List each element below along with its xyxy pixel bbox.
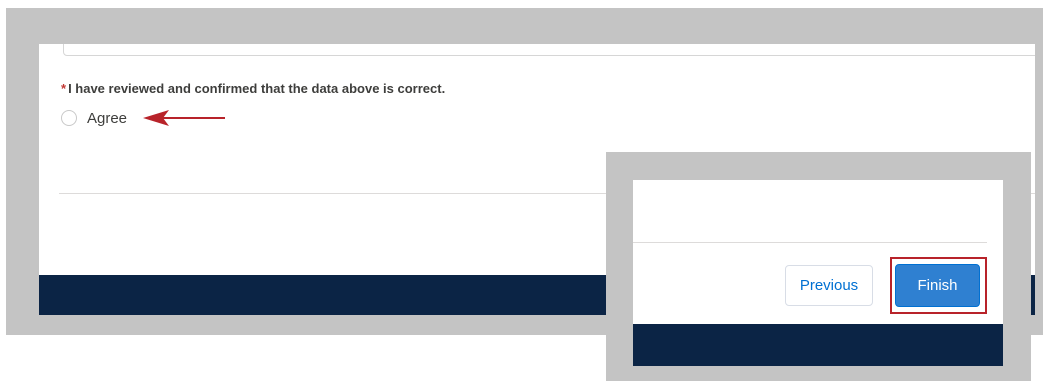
previous-input-field[interactable] <box>63 44 1035 56</box>
agree-option[interactable]: Agree <box>61 108 127 128</box>
confirmation-question-text: I have reviewed and confirmed that the d… <box>68 81 446 96</box>
inset-divider <box>633 242 987 243</box>
required-marker: * <box>61 81 67 96</box>
screenshot-stage: * I have reviewed and confirmed that the … <box>0 0 1043 381</box>
confirmation-question: * I have reviewed and confirmed that the … <box>61 81 445 96</box>
finish-button[interactable]: Finish <box>895 264 980 307</box>
zoomed-navigation-area: Previous Finish <box>633 180 1003 366</box>
inset-footer-bar <box>633 324 1003 366</box>
agree-radio[interactable] <box>61 110 77 126</box>
arrow-left-icon <box>143 110 225 126</box>
zoomed-inset-frame: Previous Finish <box>606 152 1031 381</box>
agree-label[interactable]: Agree <box>87 110 127 127</box>
previous-button[interactable]: Previous <box>785 265 873 306</box>
